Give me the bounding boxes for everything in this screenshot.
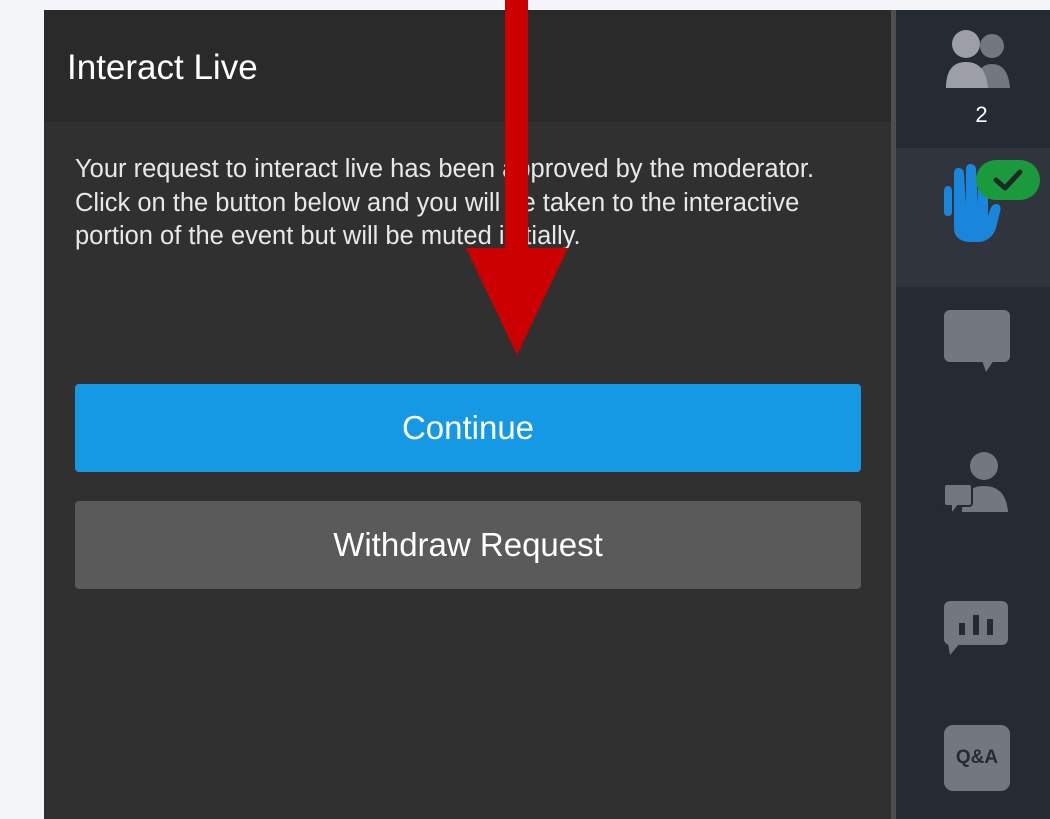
red-arrow-annotation: [466, 0, 568, 355]
